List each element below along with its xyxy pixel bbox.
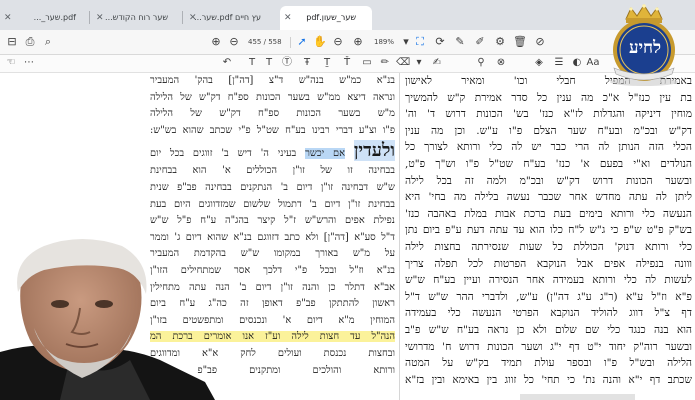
text-box-icon[interactable]: T bbox=[245, 56, 259, 70]
logo-lettering: לחיע bbox=[628, 38, 662, 58]
zoom-in-icon[interactable]: ⊕ bbox=[350, 34, 366, 50]
highlight-pen-icon[interactable]: ✐ bbox=[472, 34, 488, 50]
text-line: נפילת אפים והרש"ש ז"ל קיצר בהג"ה ע"ח פ"ל… bbox=[150, 215, 395, 227]
page-up-icon[interactable]: ⊕ bbox=[208, 34, 224, 50]
opacity-icon[interactable]: ◐ bbox=[570, 56, 584, 70]
strikeout-icon[interactable]: Ŧ bbox=[300, 56, 314, 70]
tab-close-icon[interactable]: ✕ bbox=[96, 6, 104, 30]
text-line: הנעשה כלי ורותא בימים בעת ברכת אבות במלת… bbox=[405, 207, 692, 220]
zoom-out-icon[interactable]: ⊖ bbox=[330, 34, 346, 50]
page-current[interactable]: 455 bbox=[248, 38, 261, 46]
tab-title: pdf.שער_... bbox=[33, 13, 76, 22]
tab-close-icon[interactable]: ✕ bbox=[284, 6, 292, 30]
print-icon[interactable]: ⎙ bbox=[22, 34, 38, 50]
section-header-word: ולעדין bbox=[353, 140, 395, 162]
underline-icon[interactable]: Ṯ bbox=[320, 56, 334, 70]
tab-etz-chaim[interactable]: ✕ עץ חיים pdf.שער... bbox=[185, 6, 277, 30]
text-line: פ"א וז"ל ע"א (ר"ג ע"ג דה"ן) ע"ש, ולדברי … bbox=[405, 290, 692, 303]
draw-icon[interactable]: ✍ bbox=[430, 56, 444, 70]
undo-icon[interactable]: ↶ bbox=[220, 56, 234, 70]
more-icon[interactable]: ⋯ bbox=[22, 56, 36, 70]
shape-icon[interactable]: ▭ bbox=[360, 56, 374, 70]
eraser-icon[interactable]: ⌫ bbox=[396, 56, 410, 70]
select-cursor-icon[interactable]: ➚ bbox=[294, 34, 310, 50]
tab-shaar-shaon-active[interactable]: ✕ שער_שעון.pdf bbox=[280, 6, 372, 30]
text-line: מוחין דיניקה והגדלות לז"א כנז' בש' הכונו… bbox=[405, 108, 692, 121]
delete-icon[interactable]: 🗑 bbox=[512, 34, 528, 50]
dropdown-icon[interactable]: ▾ bbox=[412, 56, 426, 70]
text-line: ונראה דיצא ממ"ש בשער הכונות ספ"ח דק"ש של… bbox=[150, 91, 395, 103]
text-line: שכתב דף י"א והנה נת' כי תחי' כל זווג בין… bbox=[405, 373, 692, 386]
tools-icon[interactable]: ⚙ bbox=[492, 34, 508, 50]
sign-icon[interactable]: ⊘ bbox=[532, 34, 548, 50]
text-line: ש"ש דבחינה זו"ן דיום ב' הנתקנים בבחינה פ… bbox=[150, 181, 395, 193]
page-indicator[interactable]: 455 / 558 bbox=[248, 36, 282, 48]
presenter-video-overlay bbox=[0, 239, 215, 400]
text-line: ובשער רוה"ק יחוד י"ט דף י"ג ושער הכונות … bbox=[405, 340, 692, 353]
text-line: הלילה ובש"ל פ"ו ובספר עולת תמיד בק"ש על … bbox=[405, 357, 692, 370]
text-line: ובשער הכונות דרוש דק"ש ובכ"מ ולמה זה בכל… bbox=[405, 174, 692, 187]
text-line: הכלי הזה הנותן לה הרי כבר יש לה כלי ורות… bbox=[405, 141, 692, 154]
comment-icon[interactable]: ✎ bbox=[452, 34, 468, 50]
tab-close-icon[interactable]: ✕ bbox=[4, 6, 12, 30]
hand-tool-icon[interactable]: ✋ bbox=[312, 34, 328, 50]
tab-ruach-hakodesh[interactable]: ✕ שער רוח הקודש... bbox=[92, 6, 184, 30]
text-line: בת עין כנז"ל א"כ מה ענין כל סדר אמירת ק"… bbox=[405, 91, 692, 104]
fit-page-icon[interactable]: ⛶ bbox=[412, 34, 428, 50]
text-line: דף צ"ל דווג להוליד הנוקבא הפרטי הנעשה כל… bbox=[405, 307, 692, 320]
tab-title: שער רוח הקודש... bbox=[105, 13, 168, 22]
text-line: הוא בנה כנגד כלי שם שלום ולא כן נראה בע"… bbox=[405, 323, 692, 336]
right-text-column: באמירת המפיל חבלי וכו' ומאיר לאישון בת ע… bbox=[405, 73, 692, 388]
text-line: פ"ו וצ"ע דברי רבינו בע"ח שט"ל פ"י שכתב ש… bbox=[150, 124, 395, 136]
header-rest-text: בעיני ה' דיש ב' זווגים בכל יום bbox=[150, 148, 297, 160]
column-divider bbox=[399, 73, 400, 400]
squiggly-icon[interactable]: Ť bbox=[340, 56, 354, 70]
text-line: לעשות לה כלי ורותא בעמידה אחר הנסירה ועי… bbox=[405, 274, 692, 287]
browser-tab-strip: ✕ עץ חיים pdf.שער... ✕ שער רוח הקודש... … bbox=[0, 0, 695, 30]
pencil-icon[interactable]: ✏ bbox=[378, 56, 392, 70]
pdf-toolbar: ⊟ ⎙ ⌕ ⊕ ⊖ 455 / 558 ➚ ✋ ⊖ ⊕ 189% ▾ ⛶ ⟳ ✎… bbox=[0, 30, 695, 55]
line-style-icon[interactable]: ☰ bbox=[552, 56, 566, 70]
search-icon[interactable]: ⌕ bbox=[40, 34, 56, 50]
text-line: בנ"א כמ"ש בנה"ש ד"צ [דה"ן] בהק' המעביר bbox=[150, 75, 395, 86]
text-line: בש"ק פ"ט ש"פ כי ג"ש ל"ח כלו הוא עד עתה ד… bbox=[405, 224, 692, 237]
tab-title: שער_שעון.pdf bbox=[306, 13, 356, 22]
text-line: ווונה בנפילה אפים אבל הנוקבא הפרטות לכל … bbox=[405, 257, 692, 270]
tab-close-icon[interactable]: ✕ bbox=[189, 6, 197, 30]
page-total: / 558 bbox=[263, 38, 282, 46]
text-line: דק"ש ובכ"מ ובע"ח שער הצלם פ"ו ע"ש. וכן מ… bbox=[405, 124, 692, 137]
tab-pdf[interactable]: ✕ pdf.שער_... bbox=[0, 6, 92, 30]
page-down-icon[interactable]: ⊖ bbox=[226, 34, 242, 50]
text-line: מ"ש בשער הכונות ספ"ח דק"ש של הלילה bbox=[150, 108, 395, 120]
stamp-icon[interactable]: ⊗ bbox=[494, 56, 508, 70]
text-line: הנולדים וא"י בפעם א' כנז' בע"ח שט"ל פ"ו … bbox=[405, 157, 692, 170]
text-line: ליתן לה עתה מחדש אחר שכבר נעשה בלילה מה … bbox=[405, 191, 692, 204]
zoom-level[interactable]: 189% bbox=[374, 36, 394, 48]
hand-icon[interactable]: ☜ bbox=[4, 56, 18, 70]
text-line: בבחינת זו"ן דיום ב' דתמול שלשום שמזדווגי… bbox=[150, 198, 395, 210]
text-edit-icon[interactable]: Ⓣ bbox=[280, 56, 294, 70]
text-selection-bar bbox=[520, 394, 635, 400]
highlighted-phrase[interactable]: אם יכשר bbox=[305, 148, 345, 160]
pin-icon[interactable]: ⚲ bbox=[474, 56, 488, 70]
text-typewriter-icon[interactable]: T bbox=[262, 56, 276, 70]
fill-color-icon[interactable]: ◈ bbox=[532, 56, 546, 70]
tab-title: עץ חיים pdf.שער... bbox=[194, 13, 261, 22]
text-line: בבחינה זו של זו"ן הכוללים א' הוא בבחינת bbox=[150, 165, 395, 177]
section-header-line: ולעדין אם יכשר בעיני ה' דיש ב' זווגים בכ… bbox=[150, 139, 395, 163]
annotation-toolbar: ☜ ⋯ ↶ T T Ⓣ Ŧ Ṯ Ť ▭ ✏ ⌫ ▾ ✍ ⚲ ⊗ ◈ ☰ ◐ Aa bbox=[0, 55, 695, 73]
rotate-icon[interactable]: ⟳ bbox=[432, 34, 448, 50]
text-line: כלי ורותא דנוק' הכוללת כל שעות שנסירתה ב… bbox=[405, 240, 692, 253]
toolbar-separator bbox=[290, 37, 291, 48]
save-icon[interactable]: ⊟ bbox=[4, 34, 20, 50]
